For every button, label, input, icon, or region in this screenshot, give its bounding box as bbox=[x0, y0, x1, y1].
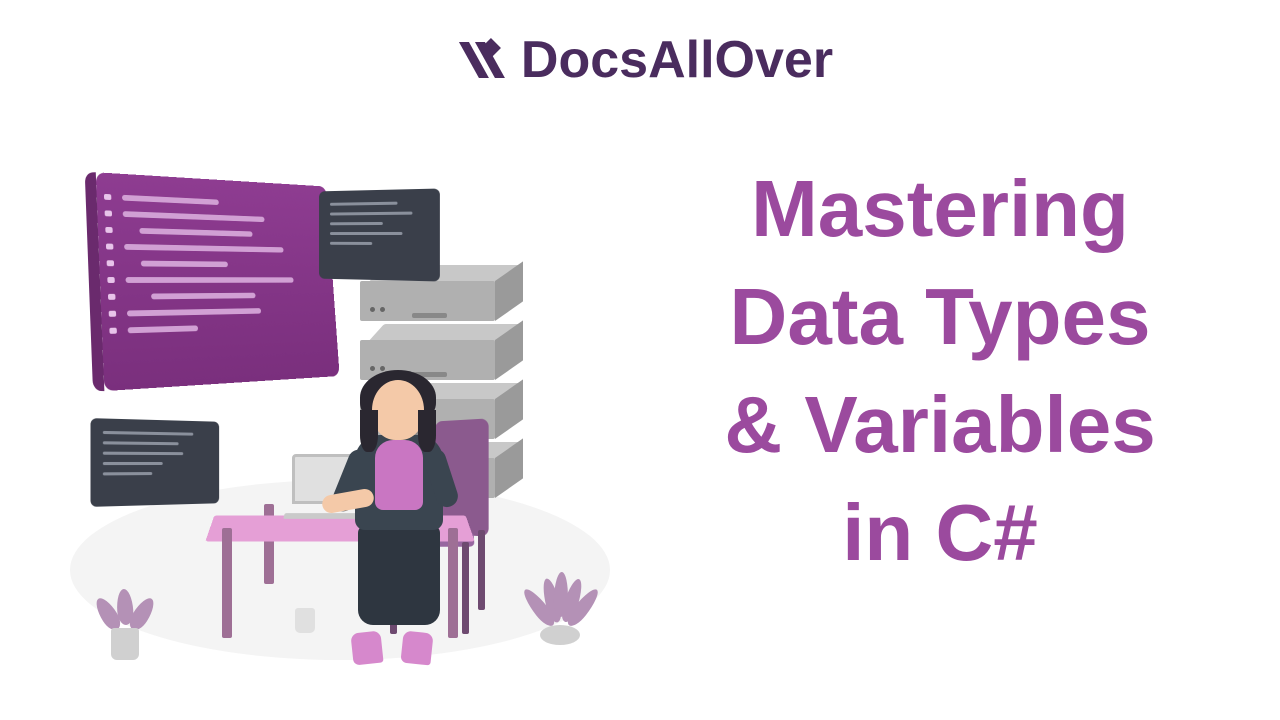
hero-illustration bbox=[60, 130, 620, 690]
title-line: in C# bbox=[640, 479, 1240, 587]
docsallover-logo-icon bbox=[447, 30, 507, 90]
developer-person bbox=[330, 380, 495, 690]
brand-name: DocsAllOver bbox=[521, 30, 833, 90]
title-line: Data Types bbox=[640, 263, 1240, 371]
cup-decoration bbox=[295, 608, 315, 633]
plant-decoration bbox=[95, 560, 155, 660]
code-snippet-panel bbox=[319, 188, 440, 281]
code-screen bbox=[96, 172, 340, 391]
code-snippet-panel bbox=[91, 418, 220, 507]
header: DocsAllOver bbox=[447, 30, 833, 90]
title-line: Mastering bbox=[640, 155, 1240, 263]
plant-decoration bbox=[530, 545, 590, 645]
article-title: Mastering Data Types & Variables in C# bbox=[640, 155, 1240, 587]
title-line: & Variables bbox=[640, 371, 1240, 479]
